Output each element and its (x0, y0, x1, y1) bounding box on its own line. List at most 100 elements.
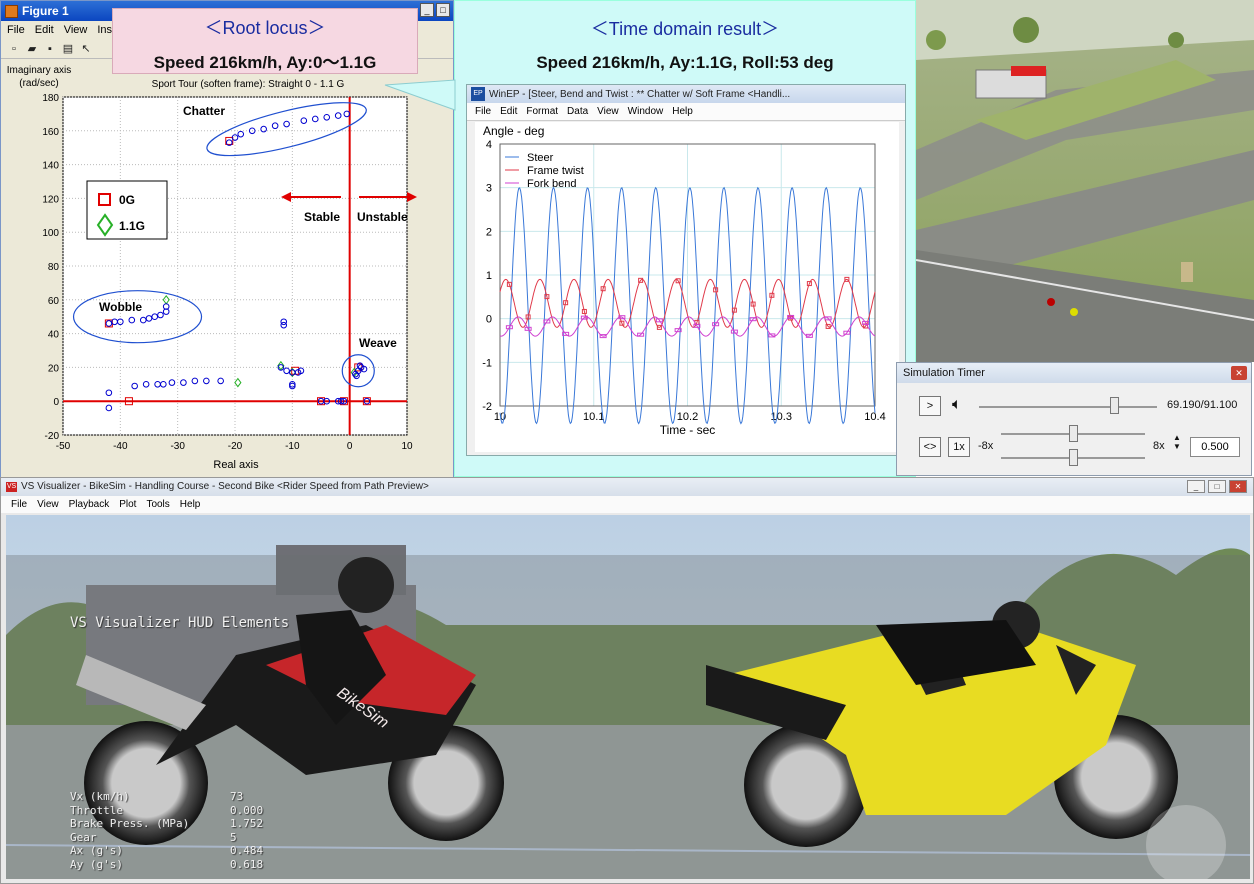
winep-app-icon: EP (471, 87, 485, 101)
max-speed-label: 8x (1153, 440, 1165, 452)
vs-3d-scene[interactable]: BikeSim VS Visualizer HUD Elements Vx (k… (6, 515, 1250, 879)
time-y-tick-label: 2 (486, 226, 492, 238)
vs-menu-view[interactable]: View (37, 499, 59, 510)
vs-menu-tools[interactable]: Tools (146, 499, 169, 510)
vs-menu-plot[interactable]: Plot (119, 499, 136, 510)
hud-value: 0.618 (230, 857, 264, 871)
winep-menubar: File Edit Format Data View Window Help (467, 103, 905, 121)
new-file-icon[interactable]: ▫ (7, 42, 21, 56)
time-domain-chart: Angle - deg10 10.1 10.2 10.3 10.4-2-101234Ti… (482, 124, 885, 437)
hud-value: 1.752 (230, 817, 264, 830)
menu-file[interactable]: File (7, 24, 25, 36)
time-legend-label: Frame twist (527, 165, 584, 177)
y-tick-label: 160 (42, 127, 59, 138)
menu-insert[interactable]: Ins (97, 24, 112, 36)
hud-label: Brake Press. (MPa) (70, 817, 190, 830)
hud-label: Vx (km/h) (70, 790, 130, 803)
hud-label: Ax (g's) (70, 844, 123, 857)
speaker-icon[interactable]: 🔈︎ (952, 396, 962, 414)
winep-title: WinEP - [Steer, Bend and Twist : ** Chat… (489, 88, 791, 100)
unstable-label: Unstable (357, 210, 408, 224)
time-x-tick-label: 10.2 (677, 411, 698, 423)
close-icon[interactable]: ✕ (1231, 366, 1247, 380)
open-folder-icon[interactable]: ▰ (25, 42, 39, 56)
spin-arrows-icon[interactable]: ▲ ▼ (1173, 433, 1181, 451)
simtimer-title: Simulation Timer (903, 367, 985, 379)
winep-menu-file[interactable]: File (475, 106, 491, 117)
y-tick-label: 120 (42, 194, 59, 205)
winep-menu-view[interactable]: View (597, 106, 619, 117)
vs-title: VS Visualizer - BikeSim - Handling Cours… (21, 481, 429, 492)
vs-close-icon[interactable]: ✕ (1229, 480, 1247, 493)
plot-title: Sport Tour (soften frame): Straight 0 - … (152, 79, 345, 90)
winep-menu-format[interactable]: Format (526, 106, 558, 117)
realtime-button[interactable]: 1x (948, 437, 970, 457)
y-tick-label: 140 (42, 161, 59, 172)
stable-label: Stable (304, 210, 340, 224)
winep-menu-window[interactable]: Window (628, 106, 664, 117)
pointer-icon[interactable]: ↖ (79, 42, 93, 56)
simtimer-titlebar[interactable]: Simulation Timer ✕ (897, 363, 1251, 383)
vs-app-icon: VS (6, 482, 17, 492)
matlab-icon (5, 4, 18, 18)
simulation-timer-window: Simulation Timer ✕ > 🔈︎ 69.190/91.100 <>… (896, 362, 1252, 476)
winep-window: EP WinEP - [Steer, Bend and Twist : ** C… (466, 84, 906, 456)
time-y-tick-label: 3 (486, 183, 492, 195)
motorcycle-scene: BikeSim (6, 515, 1250, 879)
rate-input[interactable]: 0.500 (1190, 437, 1240, 457)
time-y-tick-label: -2 (482, 401, 492, 413)
x-tick-label: 10 (401, 441, 413, 452)
x-tick-label: -40 (113, 441, 128, 452)
vs-menu-playback[interactable]: Playback (69, 499, 110, 510)
y-tick-label: 180 (42, 93, 59, 104)
hud-label: Gear (70, 830, 97, 844)
y-tick-label: -20 (45, 431, 60, 442)
x-axis-label: Real axis (213, 459, 259, 471)
winep-titlebar[interactable]: EP WinEP - [Steer, Bend and Twist : ** C… (467, 85, 905, 103)
time-legend-label: Fork bend (527, 178, 577, 190)
figure-title: Figure 1 (22, 4, 69, 18)
y-tick-label: 80 (48, 262, 60, 273)
menu-view[interactable]: View (64, 24, 88, 36)
hud-label: Ay (g's) (70, 857, 123, 871)
winep-menu-edit[interactable]: Edit (500, 106, 517, 117)
time-y-tick-label: 1 (486, 270, 492, 282)
time-slider-thumb[interactable] (1109, 397, 1119, 414)
y-tick-label: 100 (42, 228, 59, 239)
y-axis-label-line1: Imaginary axis (7, 65, 71, 76)
minimize-icon[interactable]: _ (420, 3, 434, 17)
speed-slider-thumb[interactable] (1068, 425, 1078, 442)
loop-button[interactable]: <> (919, 437, 941, 457)
x-tick-label: -10 (285, 441, 300, 452)
rate-slider-thumb[interactable] (1069, 449, 1078, 466)
winep-menu-help[interactable]: Help (672, 106, 693, 117)
y-tick-label: 20 (48, 363, 60, 374)
y-tick-label: 60 (48, 296, 60, 307)
y-axis-label-line2: (rad/sec) (19, 78, 58, 89)
time-x-tick-label: 10.1 (583, 411, 604, 423)
weave-label: Weave (359, 336, 397, 350)
vs-titlebar[interactable]: VS VS Visualizer - BikeSim - Handling Co… (1, 478, 1253, 496)
vs-menu-help[interactable]: Help (180, 499, 201, 510)
print-icon[interactable]: ▤ (61, 42, 75, 56)
unstable-arrowhead (407, 192, 417, 202)
vs-minimize-icon[interactable]: _ (1187, 480, 1205, 493)
vs-maximize-icon[interactable]: □ (1208, 480, 1226, 493)
save-icon[interactable]: ▪ (43, 42, 57, 56)
time-slider-track[interactable] (979, 406, 1157, 408)
vs-menu-file[interactable]: File (11, 499, 27, 510)
maximize-icon[interactable]: □ (436, 3, 450, 17)
time-y-axis-label: Angle - deg (483, 124, 544, 138)
legend-0g-label: 0G (119, 193, 135, 207)
composite-screen: Figure 1 _ □ File Edit View Ins ▫ ▰ ▪ ▤ … (0, 0, 1254, 884)
vs-visualizer-window: VS VS Visualizer - BikeSim - Handling Co… (0, 477, 1254, 884)
time-domain-title: ＜Time domain result＞ (590, 19, 780, 39)
time-y-tick-label: 4 (486, 139, 492, 151)
winep-menu-data[interactable]: Data (567, 106, 588, 117)
figure-window-buttons: _ □ (420, 3, 450, 17)
root-locus-callout-title: ＜Root locus＞ (204, 18, 326, 38)
play-button[interactable]: > (919, 396, 941, 416)
time-legend-label: Steer (527, 152, 554, 164)
menu-edit[interactable]: Edit (35, 24, 54, 36)
x-tick-label: -50 (56, 441, 71, 452)
